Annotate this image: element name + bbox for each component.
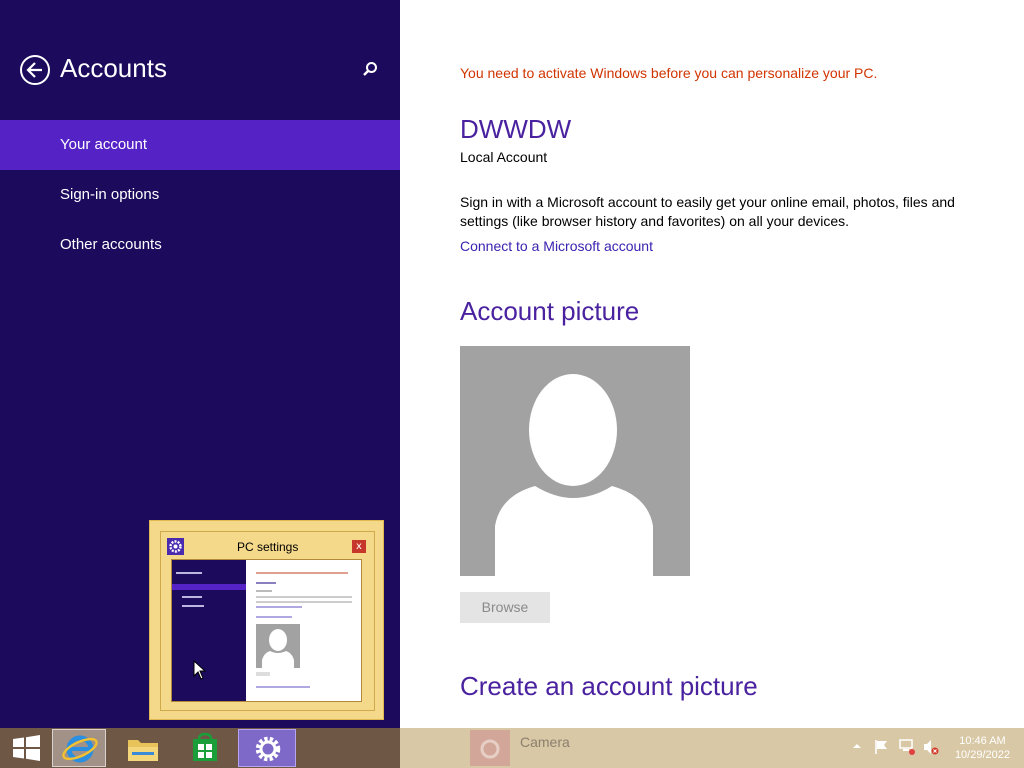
- username: DWWDW: [460, 114, 572, 144]
- show-hidden-icons-icon[interactable]: [852, 741, 862, 751]
- folder-icon: [128, 740, 158, 761]
- system-clock[interactable]: 10:46 AM 10/29/2022: [955, 734, 1010, 762]
- nav-item-your-account[interactable]: Your account: [0, 120, 400, 170]
- ie-icon: [62, 735, 98, 763]
- account-content: You need to activate Windows before you …: [400, 0, 1024, 728]
- thumbnail-title: PC settings: [237, 540, 299, 554]
- camera-app-icon[interactable]: [470, 730, 510, 766]
- account-type: Local Account: [460, 149, 548, 165]
- taskbar-thumbnail-preview[interactable]: PC settings x: [149, 520, 384, 720]
- account-picture: [460, 346, 690, 576]
- connect-microsoft-account-link[interactable]: Connect to a Microsoft account: [460, 238, 653, 254]
- account-description: Sign in with a Microsoft account to easi…: [460, 194, 955, 229]
- thumbnail-left-pane: [172, 560, 246, 701]
- account-picture-heading: Account picture: [460, 296, 640, 326]
- start-button[interactable]: [0, 729, 58, 767]
- windows-logo-icon: [13, 735, 40, 761]
- clock-date: 10/29/2022: [954, 749, 1010, 761]
- gear-icon: [255, 736, 281, 762]
- back-arrow-icon: [26, 62, 42, 78]
- default-user-icon: [495, 374, 653, 576]
- back-button[interactable]: [20, 55, 50, 85]
- camera-app-label[interactable]: Camera: [520, 734, 570, 750]
- store-icon: [193, 732, 217, 761]
- taskbar: Camera 10:46 AM 10/29/2022: [0, 728, 1024, 768]
- nav-item-other-accounts[interactable]: Other accounts: [0, 220, 400, 270]
- nav-item-sign-in-options[interactable]: Sign-in options: [0, 170, 400, 220]
- gear-icon: [167, 538, 184, 555]
- taskbar-store[interactable]: [176, 729, 234, 767]
- clock-time: 10:46 AM: [959, 735, 1006, 747]
- taskbar-internet-explorer[interactable]: [52, 729, 106, 767]
- network-icon[interactable]: [898, 739, 916, 755]
- thumbnail-selected-item: [172, 584, 246, 590]
- browse-button[interactable]: Browse: [460, 592, 550, 623]
- thumbnail-screenshot: [171, 559, 362, 702]
- action-center-flag-icon[interactable]: [874, 739, 890, 755]
- search-icon[interactable]: [362, 61, 378, 77]
- taskbar-file-explorer[interactable]: [114, 729, 172, 767]
- create-account-picture-heading: Create an account picture: [460, 671, 758, 701]
- page-title: Accounts: [60, 53, 167, 83]
- mouse-cursor-icon: [193, 660, 207, 680]
- thumbnail-avatar: [256, 624, 300, 668]
- thumbnail-close-button[interactable]: x: [352, 540, 366, 553]
- volume-muted-icon[interactable]: [922, 739, 940, 755]
- activation-notice: You need to activate Windows before you …: [460, 65, 878, 81]
- taskbar-pc-settings[interactable]: [238, 729, 296, 767]
